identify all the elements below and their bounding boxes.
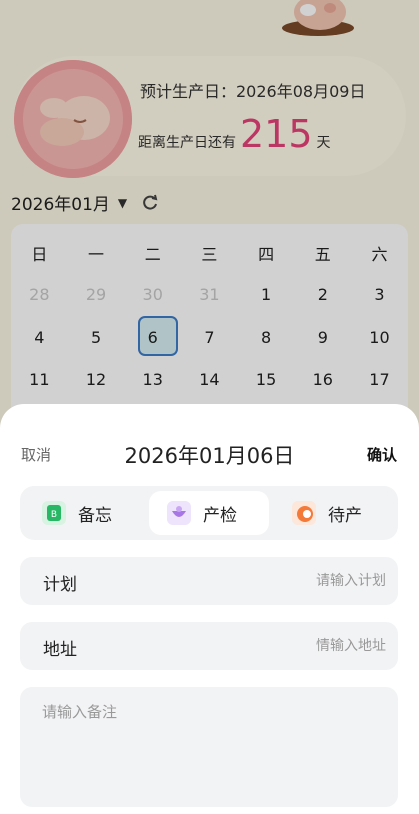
type-memo-button[interactable]: B 备忘 [40,491,112,535]
sheet-date-title: 2026年01月06日 [124,444,295,468]
calendar-day[interactable]: 12 [68,370,125,389]
fetus-icon [14,60,132,178]
confirm-button[interactable]: 确认 [367,444,397,465]
calendar-grid: 日 一 二 三 四 五 六 28 29 30 31 1 2 3 4 5 6 7 … [11,224,408,424]
weekday-thu: 四 [258,245,275,264]
days-suffix: 天 [316,135,331,151]
calendar-day[interactable]: 7 [181,328,238,347]
weekday-mon: 一 [88,245,105,264]
refresh-icon[interactable] [141,194,159,212]
calendar-day[interactable]: 1 [238,285,295,304]
calendar-day[interactable]: 16 [294,370,351,389]
type-checkup-label: 产检 [203,505,237,526]
weekday-sun: 日 [31,245,48,264]
selected-day-number: 6 [147,328,158,347]
calendar-day[interactable]: 2 [294,285,351,304]
cancel-button[interactable]: 取消 [21,444,51,465]
calendar-day[interactable]: 4 [11,328,68,347]
type-waiting-birth-button[interactable]: 待产 [290,491,362,535]
event-type-selector: B 备忘 产检 待产 [20,486,398,540]
calendar-day[interactable]: 13 [124,370,181,389]
notes-input[interactable] [42,701,382,791]
calendar-day[interactable]: 31 [181,285,238,304]
fetus-avatar [14,60,132,178]
days-remaining: 距离生产日还有 215 天 [138,112,331,156]
type-waiting-birth-label: 待产 [328,505,362,526]
weekday-fri: 五 [314,245,331,264]
plan-label: 计划 [43,575,77,595]
due-date-label: 预计生产日：2026年08月09日 [140,82,366,101]
calendar-day[interactable]: 28 [11,285,68,304]
calendar-week-row: 11 12 13 14 15 16 17 [11,370,408,389]
days-value: 215 [240,112,313,156]
calendar-day[interactable]: 15 [238,370,295,389]
notes-field [20,687,398,807]
calendar-day[interactable]: 11 [11,370,68,389]
calendar-day[interactable]: 9 [294,328,351,347]
month-selector[interactable]: 2026年01月 ▼ [11,190,159,215]
weekday-tue: 二 [144,245,161,264]
calendar-day[interactable]: 30 [124,285,181,304]
weekday-wed: 三 [201,245,218,264]
calendar-week-row: 4 5 6 7 8 9 10 [11,316,408,356]
type-checkup-button[interactable]: 产检 [149,491,269,535]
plan-field: 计划 [20,557,398,605]
plan-input[interactable] [186,567,386,595]
month-label[interactable]: 2026年01月 [11,190,110,215]
baby-illustration-icon [282,0,354,36]
chevron-down-icon[interactable]: ▼ [118,196,127,210]
calendar-week-row: 28 29 30 31 1 2 3 [11,285,408,304]
calendar-day[interactable]: 8 [238,328,295,347]
weekday-header: 日 一 二 三 四 五 六 [11,241,408,265]
calendar-day[interactable]: 14 [181,370,238,389]
calendar-day[interactable]: 5 [68,328,125,347]
calendar-day[interactable]: 10 [351,328,408,347]
calendar-day[interactable]: 29 [68,285,125,304]
svg-text:B: B [51,510,57,520]
address-input[interactable] [186,632,386,660]
address-label: 地址 [43,640,77,660]
waiting-birth-icon [292,501,316,525]
memo-icon: B [42,501,66,525]
checkup-icon [167,501,191,525]
selected-day-highlight [138,316,179,356]
sheet-header: 2026年01月06日 取消 确认 [0,440,419,468]
address-field: 地址 [20,622,398,670]
calendar-day-selected[interactable]: 6 [124,316,181,356]
weekday-sat: 六 [371,245,388,264]
calendar-day[interactable]: 17 [351,370,408,389]
days-prefix: 距离生产日还有 [138,135,236,151]
type-memo-label: 备忘 [78,505,112,526]
calendar-day[interactable]: 3 [351,285,408,304]
